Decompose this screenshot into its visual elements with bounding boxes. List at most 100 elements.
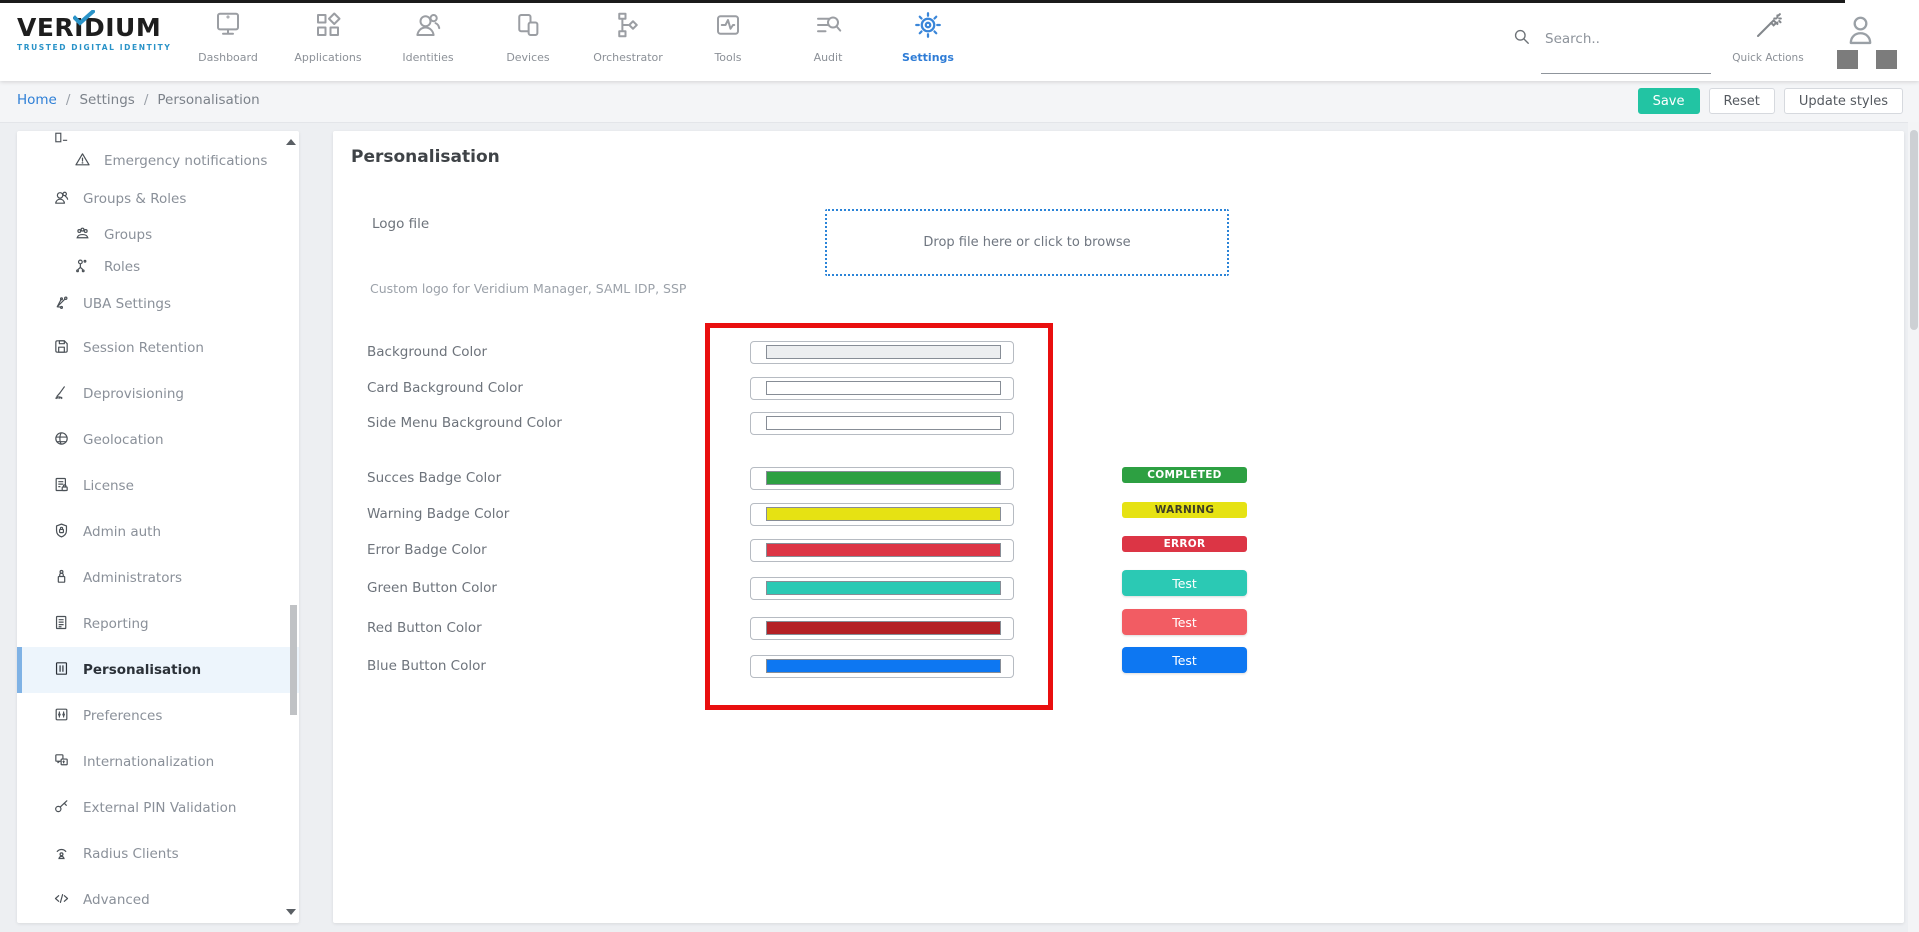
color-field-label: Blue Button Color [367,658,486,674]
color-swatch[interactable] [750,503,1014,526]
sidebar-item-clipped[interactable] [17,131,299,143]
logo-dropzone[interactable]: Drop file here or click to browse [825,209,1229,276]
sidebar-item-geolocation[interactable]: Geolocation [17,417,299,463]
sidebar-item-personalisation[interactable]: Personalisation [17,647,299,693]
color-swatch[interactable] [750,577,1014,600]
quick-actions[interactable]: Quick Actions [1722,11,1814,64]
tools-icon [713,10,743,44]
reset-button[interactable]: Reset [1709,88,1775,114]
logo-tagline: TRUSTED DIGITAL IDENTITY [17,43,177,52]
search-box[interactable]: Search.. [1512,27,1600,50]
sidebar-scrollbar-thumb[interactable] [290,605,297,715]
sidebar-item-deprovisioning[interactable]: Deprovisioning [17,371,299,417]
people-icon [53,189,70,210]
color-swatch-fill [766,471,1001,485]
search-icon [1512,27,1531,50]
sidebar-item-license[interactable]: License [17,463,299,509]
translate-icon [53,752,70,773]
logo-file-note: Custom logo for Veridium Manager, SAML I… [370,281,686,296]
top-accent-strip [0,0,1845,3]
sidebar-item-groups[interactable]: Groups [17,219,299,251]
logo-check-icon [73,4,95,31]
radius-icon [53,844,70,865]
nav-item-applications[interactable]: Applications [278,10,378,64]
nav-item-dashboard[interactable]: Dashboard [178,10,278,64]
orchestrator-icon [613,10,643,44]
nav-item-audit[interactable]: Audit [778,10,878,64]
sidebar-item-roles[interactable]: Roles [17,251,299,283]
color-swatch-fill [766,659,1001,673]
status-badge-preview: ERROR [1122,536,1247,552]
color-swatch-fill [766,345,1001,359]
license-icon [53,476,70,497]
sidebar-scroll-down-arrow[interactable] [286,909,296,915]
sidebar-item-session-retention[interactable]: Session Retention [17,325,299,371]
status-badge-preview: COMPLETED [1122,467,1247,483]
breadcrumb: Home/Settings/Personalisation [17,92,260,108]
person-icon [1845,32,1876,51]
color-field-label: Red Button Color [367,620,482,636]
color-field-label: Error Badge Color [367,542,487,558]
gear-icon [913,10,943,44]
breadcrumb-item: Settings [79,92,134,108]
sidebar-item-uba-settings[interactable]: UBA Settings [17,283,299,325]
color-swatch[interactable] [750,467,1014,490]
personalisation-icon [53,660,70,681]
page-scrollbar[interactable] [1908,122,1919,932]
shield-lock-icon [53,522,70,543]
sidebar-item-external-pin-validation[interactable]: External PIN Validation [17,785,299,831]
breadcrumb-separator: / [66,92,71,108]
monitor-icon [213,10,243,44]
code-icon [53,890,70,911]
devices-icon [513,10,543,44]
color-swatch-fill [766,621,1001,635]
sidebar-item-emergency-notifications[interactable]: Emergency notifications [17,143,299,179]
breadcrumb-separator: / [144,92,149,108]
test-button-preview[interactable]: Test [1122,570,1247,596]
page-actions: Save Reset Update styles [1638,88,1903,114]
group-icon [74,225,91,246]
color-swatch-fill [766,416,1001,430]
nav-item-devices[interactable]: Devices [478,10,578,64]
personalisation-panel: Personalisation Logo file Drop file here… [333,131,1904,923]
page-title: Personalisation [351,147,500,167]
nav-item-tools[interactable]: Tools [678,10,778,64]
quick-actions-label: Quick Actions [1732,52,1803,64]
roles-icon [74,257,91,278]
save-button[interactable]: Save [1638,88,1700,114]
nav-item-orchestrator[interactable]: Orchestrator [578,10,678,64]
color-swatch[interactable] [750,377,1014,400]
breadcrumb-bar: Home/Settings/Personalisation Save Reset… [0,81,1919,123]
globe-icon [53,430,70,451]
test-button-preview[interactable]: Test [1122,647,1247,673]
veridium-logo[interactable]: VERIDIUM TRUSTED DIGITAL IDENTITY [17,14,177,52]
sidebar-item-reporting[interactable]: Reporting [17,601,299,647]
uba-icon [53,294,70,315]
sidebar-scroll-up-arrow[interactable] [286,139,296,145]
color-swatch[interactable] [750,617,1014,640]
breadcrumb-item[interactable]: Home [17,92,57,108]
sidebar-item-advanced[interactable]: Advanced [17,877,299,923]
user-avatar[interactable] [1845,13,1876,51]
sidebar-item-radius-clients[interactable]: Radius Clients [17,831,299,877]
sidebar-item-groups-roles[interactable]: Groups & Roles [17,179,299,219]
color-field-label: Background Color [367,344,487,360]
color-swatch[interactable] [750,412,1014,435]
color-swatch-fill [766,507,1001,521]
sidebar-item-preferences[interactable]: Preferences [17,693,299,739]
test-button-preview[interactable]: Test [1122,609,1247,635]
sidebar-item-administrators[interactable]: Administrators [17,555,299,601]
color-swatch[interactable] [750,655,1014,678]
report-icon [53,614,70,635]
sidebar-item-internationalization[interactable]: Internationalization [17,739,299,785]
sidebar-item-admin-auth[interactable]: Admin auth [17,509,299,555]
status-square-right [1876,50,1897,69]
color-swatch[interactable] [750,341,1014,364]
nav-item-identities[interactable]: Identities [378,10,478,64]
broom-icon [53,384,70,405]
nav-item-settings[interactable]: Settings [878,10,978,64]
page-scrollbar-thumb[interactable] [1910,130,1918,330]
color-swatch[interactable] [750,539,1014,562]
update-styles-button[interactable]: Update styles [1784,88,1903,114]
color-swatch-fill [766,543,1001,557]
